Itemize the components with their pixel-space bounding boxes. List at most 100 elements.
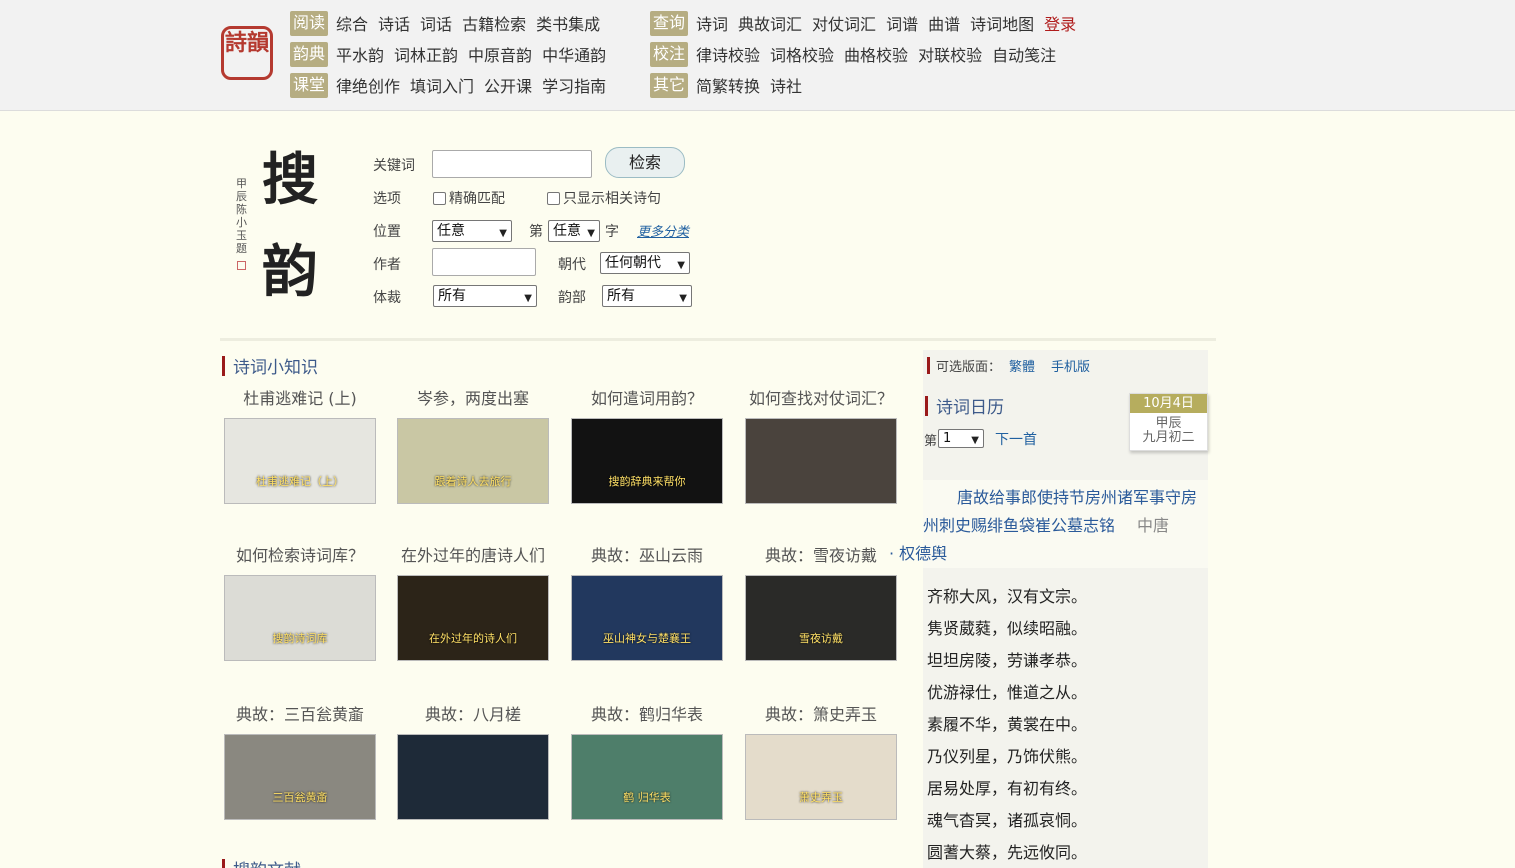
card-caption: 三百瓮黄齑 — [272, 791, 328, 804]
nav-link-lvjue[interactable]: 律绝创作 — [336, 73, 400, 97]
card-title[interactable]: 如何遣词用韵？ — [571, 388, 723, 410]
card-thumbnail[interactable]: 在外过年的诗人们 — [397, 575, 549, 661]
card-thumbnail[interactable]: 杜甫逃难记（上） — [224, 418, 376, 504]
nav-link-cihua[interactable]: 词话 — [420, 11, 452, 35]
nav-link-auto-annotate[interactable]: 自动笺注 — [992, 42, 1056, 66]
nav-link-pingshui[interactable]: 平水韵 — [336, 42, 384, 66]
nav-link-duilian-check[interactable]: 对联校验 — [918, 42, 982, 66]
knowledge-card[interactable]: 典故：箫史弄玉萧史弄玉 — [745, 704, 897, 820]
knowledge-card[interactable]: 典故：八月槎 — [397, 704, 549, 820]
nav-link-antithesis-words[interactable]: 对仗词汇 — [812, 11, 876, 35]
knowledge-card[interactable]: 典故：雪夜访戴雪夜访戴 — [745, 545, 897, 661]
knowledge-card[interactable]: 典故：巫山云雨巫山神女与楚襄王 — [571, 545, 723, 661]
knowledge-card[interactable]: 在外过年的唐诗人们在外过年的诗人们 — [397, 545, 549, 661]
knowledge-card[interactable]: 典故：三百瓮黄齑三百瓮黄齑 — [224, 704, 376, 820]
related-only-checkbox[interactable]: 只显示相关诗句 — [547, 188, 661, 208]
nav-link-poetry-map[interactable]: 诗词地图 — [970, 11, 1034, 35]
nav-link-ancient-search[interactable]: 古籍检索 — [462, 11, 526, 35]
nav-link-comprehensive[interactable]: 综合 — [336, 11, 368, 35]
nav-link-leishu[interactable]: 类书集成 — [536, 11, 600, 35]
seal-stamp-icon — [237, 261, 246, 270]
card-thumbnail[interactable] — [397, 734, 549, 820]
position-label: 位置 — [373, 224, 401, 240]
card-thumbnail[interactable]: 搜韵诗词库 — [224, 575, 376, 661]
nth-select[interactable]: 任意 ▼ — [548, 220, 600, 242]
position-select[interactable]: 任意 ▼ — [432, 220, 512, 242]
nav-link-poems[interactable]: 诗词 — [696, 11, 728, 35]
keyword-label: 关键词 — [373, 158, 415, 174]
nav-link-shihua[interactable]: 诗话 — [378, 11, 410, 35]
nav-link-trad-simp[interactable]: 简繁转换 — [696, 73, 760, 97]
author-input[interactable] — [432, 248, 536, 276]
rhyme-select[interactable]: 所有 ▼ — [602, 285, 692, 307]
dynasty-select[interactable]: 任何朝代 ▼ — [600, 252, 690, 274]
nav-link-lvshi-check[interactable]: 律诗校验 — [696, 42, 760, 66]
knowledge-section-title: 诗词小知识 — [222, 353, 318, 378]
nav-link-guide[interactable]: 学习指南 — [542, 73, 606, 97]
next-poem-link[interactable]: 下一首 — [995, 429, 1037, 449]
knowledge-card[interactable]: 如何检索诗词库？ 搜韵诗词库 — [224, 545, 376, 661]
exact-match-label: 精确匹配 — [449, 191, 505, 207]
nth-select-value: 任意 — [553, 223, 581, 239]
nav-link-cilin[interactable]: 词林正韵 — [394, 42, 458, 66]
card-thumbnail[interactable]: 萧史弄玉 — [745, 734, 897, 820]
site-logo[interactable]: 詩韻 — [221, 26, 273, 80]
poem-title[interactable]: 唐故给事郎使持节房州诸军事守房州刺史赐绯鱼袋崔公墓志铭 中唐 · 权德舆 — [889, 484, 1208, 568]
calligraphy-char-sou: 搜 — [262, 147, 318, 213]
search-button[interactable]: 检索 — [605, 147, 685, 178]
poem-index-select[interactable]: 1 ▼ — [938, 429, 984, 448]
poem-line: 齐称大风，汉有文宗。 — [927, 587, 1088, 606]
nav-link-quge-check[interactable]: 曲格校验 — [844, 42, 908, 66]
mobile-version-link[interactable]: 手机版 — [1051, 356, 1090, 375]
nav-link-cige-check[interactable]: 词格校验 — [770, 42, 834, 66]
genre-label: 体裁 — [373, 290, 401, 306]
more-categories-link[interactable]: 更多分类 — [637, 221, 689, 240]
login-link[interactable]: 登录 — [1044, 11, 1076, 35]
knowledge-card[interactable]: 典故：鹤归华表鹤 归华表 — [571, 704, 723, 820]
card-title[interactable]: 典故：八月槎 — [397, 704, 549, 726]
card-thumbnail[interactable]: 鹤 归华表 — [571, 734, 723, 820]
exact-match-checkbox[interactable]: 精确匹配 — [433, 188, 505, 208]
card-title[interactable]: 杜甫逃难记 (上) — [224, 388, 376, 410]
nav-link-poetry-club[interactable]: 诗社 — [770, 73, 802, 97]
card-title[interactable]: 典故：箫史弄玉 — [745, 704, 897, 726]
knowledge-card[interactable]: 如何查找对仗词汇？ — [745, 388, 897, 504]
documents-title-text: 搜韵文献 — [233, 856, 301, 868]
card-title[interactable]: 典故：鹤归华表 — [571, 704, 723, 726]
nav-tag-rhyme: 韵典 — [290, 41, 329, 67]
section-bar — [222, 858, 225, 868]
card-title[interactable]: 如何检索诗词库？ — [224, 545, 376, 567]
card-thumbnail[interactable]: 跟着诗人去旅行 — [397, 418, 549, 504]
nav-link-zhonghua[interactable]: 中华通韵 — [542, 42, 606, 66]
nav-link-qupu[interactable]: 曲谱 — [928, 11, 960, 35]
genre-select[interactable]: 所有 ▼ — [433, 285, 537, 307]
card-title[interactable]: 典故：巫山云雨 — [571, 545, 723, 567]
card-title[interactable]: 如何查找对仗词汇？ — [745, 388, 897, 410]
card-thumbnail[interactable]: 雪夜访戴 — [745, 575, 897, 661]
nav-link-cipu[interactable]: 词谱 — [886, 11, 918, 35]
calendar-title-text: 诗词日历 — [936, 398, 1004, 418]
exact-match-box[interactable] — [433, 191, 446, 205]
card-thumbnail[interactable]: 巫山神女与楚襄王 — [571, 575, 723, 661]
nav-link-tianci[interactable]: 填词入门 — [410, 73, 474, 97]
poem-index-value: 1 — [943, 431, 952, 446]
nav-link-zhongyuan[interactable]: 中原音韵 — [468, 42, 532, 66]
nav-link-allusion-words[interactable]: 典故词汇 — [738, 11, 802, 35]
card-title[interactable]: 在外过年的唐诗人们 — [397, 545, 549, 567]
knowledge-card[interactable]: 杜甫逃难记 (上) 杜甫逃难记（上） — [224, 388, 376, 504]
nav-row-check: 校注 律诗校验 词格校验 曲格校验 对联校验 自动笺注 — [650, 41, 1066, 67]
keyword-input[interactable] — [432, 150, 592, 178]
nav-link-open-course[interactable]: 公开课 — [484, 73, 532, 97]
card-title[interactable]: 典故：三百瓮黄齑 — [224, 704, 376, 726]
knowledge-card[interactable]: 如何遣词用韵？ 搜韵辞典来帮你 — [571, 388, 723, 504]
card-title[interactable]: 典故：雪夜访戴 — [745, 545, 897, 567]
chevron-down-icon: ▼ — [524, 293, 532, 304]
card-thumbnail[interactable] — [745, 418, 897, 504]
poem-author[interactable]: · 权德舆 — [889, 544, 947, 563]
related-only-box[interactable] — [547, 191, 560, 205]
knowledge-card[interactable]: 岑参，两度出塞跟着诗人去旅行 — [397, 388, 549, 504]
card-thumbnail[interactable]: 搜韵辞典来帮你 — [571, 418, 723, 504]
traditional-version-link[interactable]: 繁體 — [1009, 356, 1035, 375]
card-title[interactable]: 岑参，两度出塞 — [397, 388, 549, 410]
card-thumbnail[interactable]: 三百瓮黄齑 — [224, 734, 376, 820]
